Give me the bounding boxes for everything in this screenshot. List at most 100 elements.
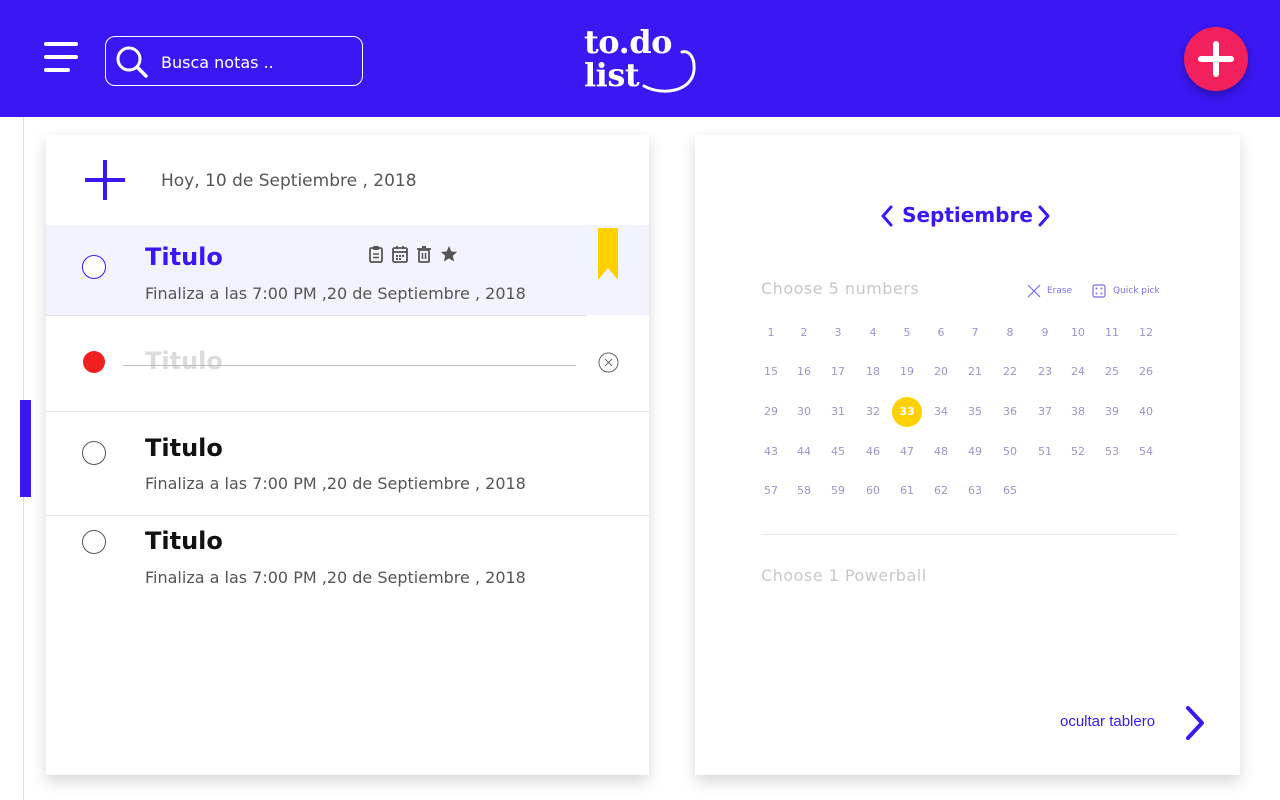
today-date-label: Hoy, 10 de Septiembre , 2018 bbox=[161, 171, 417, 191]
number-cell[interactable]: 58 bbox=[788, 481, 820, 501]
task-item-selected[interactable]: Titulo Finaliza a las 7:00 PM ,20 de Sep… bbox=[46, 225, 649, 315]
chevron-right-icon bbox=[1186, 706, 1204, 740]
quick-pick-label: Quick pick bbox=[1113, 286, 1160, 296]
task-checkbox[interactable] bbox=[82, 255, 106, 279]
number-cell[interactable]: 52 bbox=[1062, 442, 1094, 462]
number-cell[interactable]: 6 bbox=[925, 323, 957, 343]
search-box[interactable] bbox=[105, 36, 363, 86]
number-cell[interactable]: 37 bbox=[1029, 402, 1061, 422]
task-checkbox-completed[interactable] bbox=[83, 351, 105, 373]
hamburger-menu-icon[interactable] bbox=[44, 42, 80, 74]
bookmark-icon[interactable] bbox=[598, 228, 618, 280]
add-note-button[interactable] bbox=[1184, 27, 1248, 91]
star-icon[interactable] bbox=[440, 245, 458, 265]
number-cell[interactable]: 36 bbox=[994, 402, 1026, 422]
task-due-date: Finaliza a las 7:00 PM ,20 de Septiembre… bbox=[145, 284, 526, 303]
divider bbox=[46, 315, 587, 316]
number-cell[interactable]: 18 bbox=[857, 362, 889, 382]
number-cell[interactable]: 48 bbox=[925, 442, 957, 462]
number-cell[interactable]: 15 bbox=[755, 362, 787, 382]
number-cell[interactable]: 26 bbox=[1130, 362, 1162, 382]
dice-icon bbox=[1092, 284, 1106, 298]
number-cell[interactable]: 59 bbox=[822, 481, 854, 501]
logo-smile-icon bbox=[642, 50, 696, 93]
hide-board-label: ocultar tablero bbox=[1060, 713, 1156, 730]
number-cell[interactable]: 19 bbox=[891, 362, 923, 382]
number-cell[interactable]: 54 bbox=[1130, 442, 1162, 462]
number-cell[interactable]: 12 bbox=[1130, 323, 1162, 343]
tasks-panel: Hoy, 10 de Septiembre , 2018 Titulo Fina… bbox=[46, 135, 649, 775]
number-cell[interactable]: 57 bbox=[755, 481, 787, 501]
number-cell[interactable]: 8 bbox=[994, 323, 1026, 343]
number-cell[interactable]: 38 bbox=[1062, 402, 1094, 422]
number-cell[interactable]: 25 bbox=[1096, 362, 1128, 382]
clipboard-icon[interactable] bbox=[368, 245, 386, 265]
number-cell[interactable]: 45 bbox=[822, 442, 854, 462]
number-cell[interactable]: 43 bbox=[755, 442, 787, 462]
powerball-label: Choose 1 Powerball bbox=[761, 566, 927, 585]
strikethrough-line bbox=[123, 365, 576, 366]
search-icon bbox=[116, 46, 148, 78]
number-cell[interactable]: 4 bbox=[857, 323, 889, 343]
trash-icon[interactable] bbox=[416, 245, 434, 265]
number-cell[interactable]: 49 bbox=[959, 442, 991, 462]
number-cell[interactable]: 10 bbox=[1062, 323, 1094, 343]
number-cell[interactable]: 61 bbox=[891, 481, 923, 501]
number-cell[interactable]: 2 bbox=[788, 323, 820, 343]
number-cell[interactable]: 5 bbox=[891, 323, 923, 343]
calendar-icon[interactable] bbox=[392, 245, 410, 265]
board-panel: Septiembre Choose 5 numbers Erase Quick … bbox=[695, 135, 1240, 775]
number-cell[interactable]: 34 bbox=[925, 402, 957, 422]
add-task-button[interactable] bbox=[84, 159, 126, 201]
number-cell[interactable]: 32 bbox=[857, 402, 889, 422]
number-cell[interactable]: 65 bbox=[994, 481, 1026, 501]
sidebar-active-indicator bbox=[20, 400, 31, 497]
number-cell[interactable]: 21 bbox=[959, 362, 991, 382]
number-cell[interactable]: 53 bbox=[1096, 442, 1128, 462]
task-title: Titulo bbox=[145, 434, 223, 462]
task-checkbox[interactable] bbox=[82, 441, 106, 465]
number-cell[interactable]: 44 bbox=[788, 442, 820, 462]
task-title-completed: Titulo bbox=[145, 347, 223, 375]
number-cell[interactable]: 11 bbox=[1096, 323, 1128, 343]
month-label: Septiembre bbox=[902, 203, 1033, 227]
number-cell[interactable]: 31 bbox=[822, 402, 854, 422]
logo-text-bottom: list bbox=[584, 56, 640, 94]
number-cell[interactable]: 63 bbox=[959, 481, 991, 501]
number-cell[interactable]: 3 bbox=[822, 323, 854, 343]
number-cell[interactable]: 20 bbox=[925, 362, 957, 382]
number-cell[interactable]: 24 bbox=[1062, 362, 1094, 382]
number-cell[interactable]: 39 bbox=[1096, 402, 1128, 422]
number-cell[interactable]: 33 bbox=[892, 397, 922, 427]
task-checkbox[interactable] bbox=[82, 530, 106, 554]
task-actions bbox=[368, 245, 462, 265]
number-cell[interactable]: 40 bbox=[1130, 402, 1162, 422]
number-cell[interactable]: 17 bbox=[822, 362, 854, 382]
task-item[interactable]: Titulo Finaliza a las 7:00 PM ,20 de Sep… bbox=[46, 516, 649, 612]
choose-numbers-label: Choose 5 numbers bbox=[761, 279, 920, 298]
number-cell[interactable]: 47 bbox=[891, 442, 923, 462]
number-cell[interactable]: 7 bbox=[959, 323, 991, 343]
number-cell[interactable]: 23 bbox=[1029, 362, 1061, 382]
number-cell[interactable]: 22 bbox=[994, 362, 1026, 382]
number-cell[interactable]: 30 bbox=[788, 402, 820, 422]
erase-label: Erase bbox=[1047, 286, 1073, 296]
chevron-right-icon[interactable] bbox=[1036, 204, 1052, 228]
task-due-date: Finaliza a las 7:00 PM ,20 de Septiembre… bbox=[145, 568, 526, 587]
task-title: Titulo bbox=[145, 243, 223, 271]
task-item[interactable]: Titulo Finaliza a las 7:00 PM ,20 de Sep… bbox=[46, 412, 649, 515]
app-header: to.do list bbox=[0, 0, 1280, 117]
remove-task-icon[interactable] bbox=[598, 352, 619, 373]
number-cell[interactable]: 29 bbox=[755, 402, 787, 422]
number-cell[interactable]: 16 bbox=[788, 362, 820, 382]
number-cell[interactable]: 62 bbox=[925, 481, 957, 501]
search-input[interactable] bbox=[161, 50, 351, 74]
number-cell[interactable]: 51 bbox=[1029, 442, 1061, 462]
number-cell[interactable]: 9 bbox=[1029, 323, 1061, 343]
number-cell[interactable]: 60 bbox=[857, 481, 889, 501]
number-cell[interactable]: 1 bbox=[755, 323, 787, 343]
number-cell[interactable]: 35 bbox=[959, 402, 991, 422]
number-cell[interactable]: 50 bbox=[994, 442, 1026, 462]
app-logo: to.do list bbox=[584, 26, 700, 94]
number-cell[interactable]: 46 bbox=[857, 442, 889, 462]
